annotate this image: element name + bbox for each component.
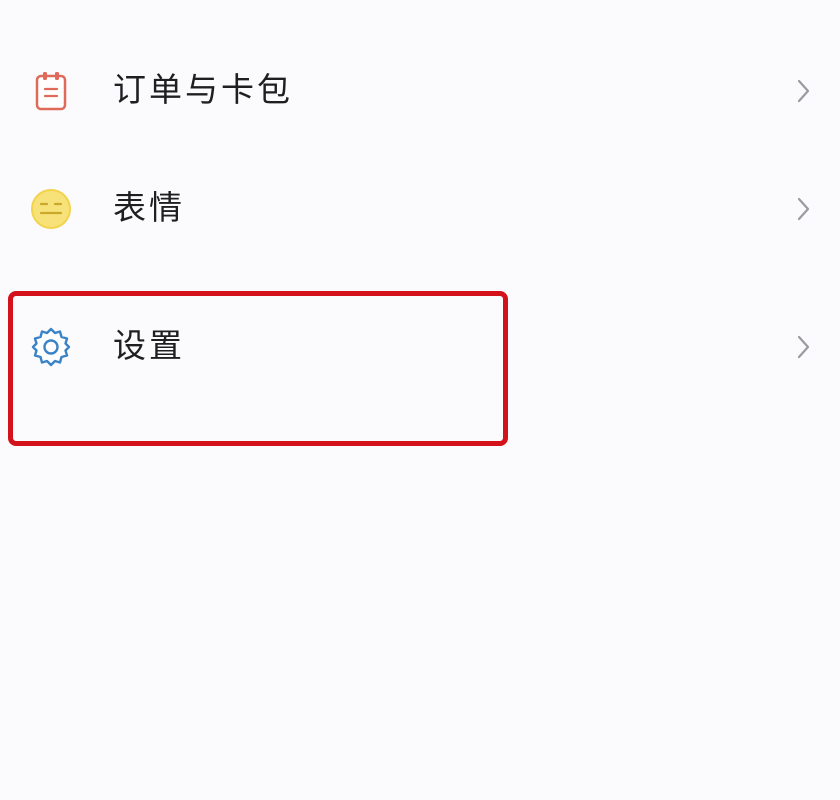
chevron-right-icon bbox=[792, 76, 814, 106]
menu-item-label: 表情 bbox=[113, 188, 185, 227]
menu-item-label: 订单与卡包 bbox=[113, 70, 293, 109]
menu-item-label: 设置 bbox=[113, 326, 185, 365]
menu-item-stickers[interactable]: 表情 bbox=[0, 168, 840, 248]
menu-item-settings[interactable]: 设置 bbox=[0, 306, 840, 386]
smiley-icon bbox=[28, 186, 74, 232]
chevron-right-icon bbox=[792, 332, 814, 362]
gear-icon bbox=[28, 324, 74, 370]
menu-item-orders-and-cards[interactable]: 订单与卡包 bbox=[0, 50, 840, 130]
chevron-right-icon bbox=[792, 194, 814, 224]
order-card-icon bbox=[28, 68, 74, 114]
